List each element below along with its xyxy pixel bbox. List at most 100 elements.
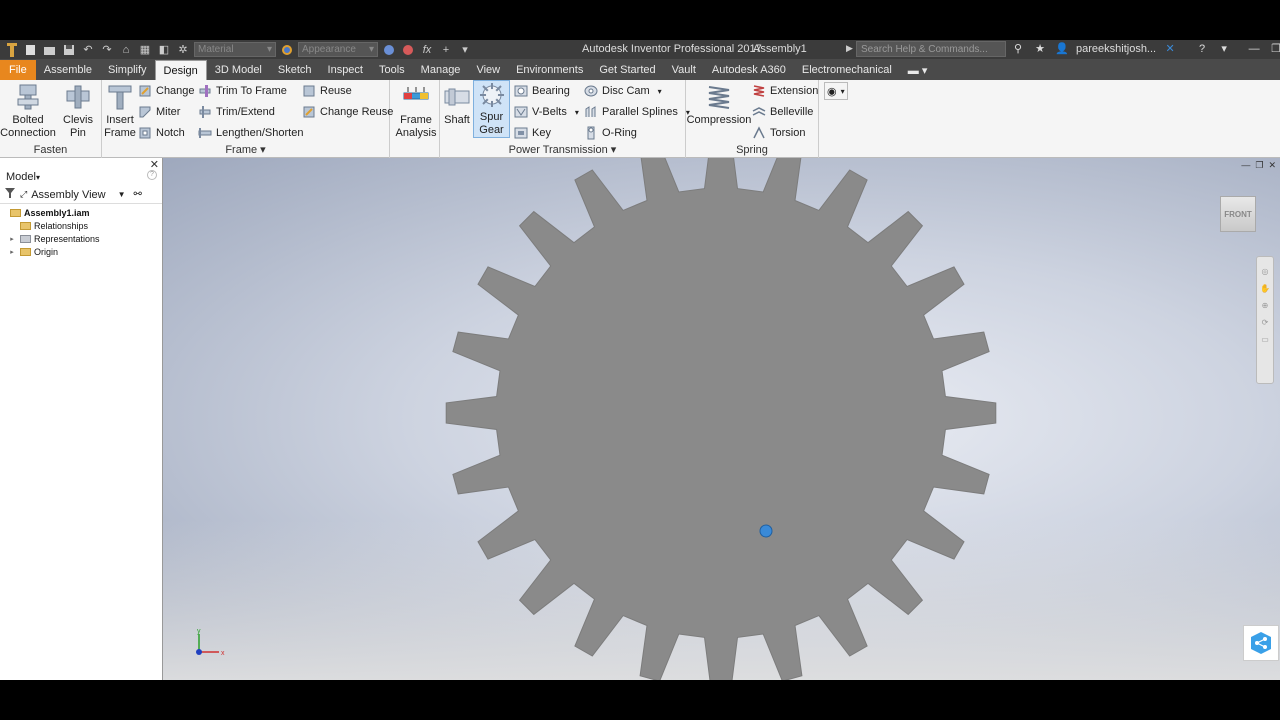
notch-button[interactable]: Notch xyxy=(138,124,185,142)
minimize-icon[interactable]: — xyxy=(1246,43,1262,55)
binoculars-icon[interactable]: ⚯ xyxy=(134,189,142,200)
lengthen-shorten-button[interactable]: Lengthen/Shorten xyxy=(198,124,303,142)
spur-gear-button[interactable]: Spur Gear xyxy=(473,80,510,138)
tab-file[interactable]: File xyxy=(0,60,36,80)
settings-icon[interactable]: ✲ xyxy=(175,42,191,57)
tab-environments[interactable]: Environments xyxy=(508,60,591,80)
bolted-connection-button[interactable]: Bolted Connection xyxy=(0,82,56,140)
camera-icon[interactable]: ▬ ▾ xyxy=(900,60,936,80)
tab-view[interactable]: View xyxy=(468,60,508,80)
reuse-button[interactable]: Reuse xyxy=(302,82,352,100)
help-icon[interactable]: ? xyxy=(1194,43,1210,55)
tab-manage[interactable]: Manage xyxy=(413,60,469,80)
tab-tools[interactable]: Tools xyxy=(371,60,413,80)
tab-design[interactable]: Design xyxy=(154,60,207,80)
clevis-pin-button[interactable]: Clevis Pin xyxy=(58,82,98,140)
filter-icon[interactable] xyxy=(4,187,16,202)
tree-item-representations[interactable]: ▸ Representations xyxy=(2,232,162,245)
expand-icon[interactable]: ▸ xyxy=(4,248,20,256)
spur-gear-model[interactable] xyxy=(163,158,1280,680)
exchange-icon[interactable]: ✕ xyxy=(1162,42,1178,55)
close-icon[interactable]: ✕ xyxy=(1268,160,1276,171)
restore-icon[interactable]: ❐ xyxy=(1255,160,1263,171)
ribbon-options-button[interactable]: ◉ ▾ xyxy=(824,82,848,100)
tab-vault[interactable]: Vault xyxy=(664,60,704,80)
gear-body[interactable] xyxy=(445,158,997,680)
adjust-icon[interactable] xyxy=(381,42,397,57)
trim-extend-button[interactable]: Trim/Extend xyxy=(198,103,275,121)
change-button[interactable]: Change xyxy=(138,82,195,100)
graphics-viewport[interactable]: — ❐ ✕ FRONT ◎ ✋ ⊕ ⟳ ▭ y x xyxy=(163,158,1280,680)
miter-button[interactable]: Miter xyxy=(138,103,180,121)
appearance-select[interactable]: Appearance ▾ xyxy=(298,42,378,57)
key-button[interactable]: Key xyxy=(514,124,551,142)
tree-item-relationships[interactable]: Relationships xyxy=(2,219,162,232)
change-reuse-button[interactable]: Change Reuse xyxy=(302,103,393,121)
user-name[interactable]: pareekshitjosh... xyxy=(1076,43,1156,55)
star-icon[interactable]: ★ xyxy=(1032,42,1048,55)
tree-item-origin[interactable]: ▸ Origin xyxy=(2,245,162,258)
formula-icon[interactable]: fx xyxy=(419,42,435,57)
select-icon[interactable]: ▦ xyxy=(137,42,153,57)
help-icon[interactable]: ? xyxy=(147,170,157,180)
parallel-splines-button[interactable]: Parallel Splines ▾ xyxy=(584,103,690,121)
new-file-icon[interactable] xyxy=(23,42,39,57)
viewcube[interactable]: FRONT xyxy=(1220,196,1256,232)
v-belts-button[interactable]: V-Belts ▾ xyxy=(514,103,579,121)
disc-cam-button[interactable]: Disc Cam ▾ xyxy=(584,82,662,100)
help-chevron-icon[interactable]: ▾ xyxy=(1216,42,1232,55)
tab-electromechanical[interactable]: Electromechanical xyxy=(794,60,900,80)
tab-inspect[interactable]: Inspect xyxy=(320,60,371,80)
pan-icon[interactable]: ✋ xyxy=(1260,284,1270,293)
tab-sketch[interactable]: Sketch xyxy=(270,60,320,80)
disc-cam-icon xyxy=(584,84,598,98)
chevron-down-icon[interactable]: ▼ xyxy=(118,190,126,199)
clevis-pin-icon xyxy=(63,82,93,112)
compression-button[interactable]: Compression xyxy=(687,82,751,127)
belleville-button[interactable]: Belleville xyxy=(752,103,813,121)
add-icon[interactable]: + xyxy=(438,42,454,57)
help-search-input[interactable]: Search Help & Commands... xyxy=(856,41,1006,57)
gear-center-point[interactable] xyxy=(759,524,773,538)
save-icon[interactable] xyxy=(61,42,77,57)
zoom-icon[interactable]: ⊕ xyxy=(1262,301,1269,310)
update-icon[interactable]: ◧ xyxy=(156,42,172,57)
look-at-icon[interactable]: ▭ xyxy=(1261,335,1269,344)
restore-icon[interactable]: ❐ xyxy=(1268,42,1280,55)
steering-wheel-icon[interactable]: ◎ xyxy=(1262,267,1269,276)
redo-icon[interactable]: ↷ xyxy=(99,42,115,57)
binoculars-icon[interactable]: ⚲ xyxy=(1010,42,1026,55)
inventor-logo-icon[interactable] xyxy=(4,42,20,57)
assembly-view-select[interactable]: Assembly View xyxy=(31,189,105,201)
shaft-button[interactable]: Shaft xyxy=(442,82,472,127)
material-select[interactable]: Material ▾ xyxy=(194,42,276,57)
clear-appearance-icon[interactable] xyxy=(400,42,416,57)
browser-header[interactable]: Model ▾ xyxy=(0,168,162,186)
bearing-button[interactable]: Bearing xyxy=(514,82,570,100)
tab-assemble[interactable]: Assemble xyxy=(36,60,100,80)
minimize-icon[interactable]: — xyxy=(1241,160,1250,171)
share-view-button[interactable] xyxy=(1243,625,1279,661)
customize-icon[interactable]: ▾ xyxy=(457,42,473,57)
home-icon[interactable]: ⌂ xyxy=(118,42,134,57)
tab-autodesk-a360[interactable]: Autodesk A360 xyxy=(704,60,794,80)
open-file-icon[interactable] xyxy=(42,42,58,57)
tab-3d-model[interactable]: 3D Model xyxy=(207,60,270,80)
o-ring-button[interactable]: O-Ring xyxy=(584,124,637,142)
play-icon[interactable]: ▶ xyxy=(846,43,853,54)
trim-to-frame-button[interactable]: Trim To Frame xyxy=(198,82,287,100)
orbit-icon[interactable]: ⟳ xyxy=(1262,318,1269,327)
user-icon[interactable]: 👤 xyxy=(1054,42,1070,55)
panel-label-power-transmission[interactable]: Power Transmission ▾ xyxy=(440,143,685,156)
torsion-button[interactable]: Torsion xyxy=(752,124,805,142)
extension-button[interactable]: Extension xyxy=(752,82,818,100)
tree-item-assembly[interactable]: Assembly1.iam xyxy=(2,206,162,219)
insert-frame-button[interactable]: Insert Frame xyxy=(104,82,136,140)
belleville-label: Belleville xyxy=(770,106,814,118)
panel-label-frame[interactable]: Frame ▾ xyxy=(102,143,389,156)
expand-icon[interactable]: ▸ xyxy=(4,235,20,243)
frame-analysis-button[interactable]: Frame Analysis xyxy=(394,82,438,140)
tab-get-started[interactable]: Get Started xyxy=(591,60,663,80)
undo-icon[interactable]: ↶ xyxy=(80,42,96,57)
tab-simplify[interactable]: Simplify xyxy=(100,60,155,80)
